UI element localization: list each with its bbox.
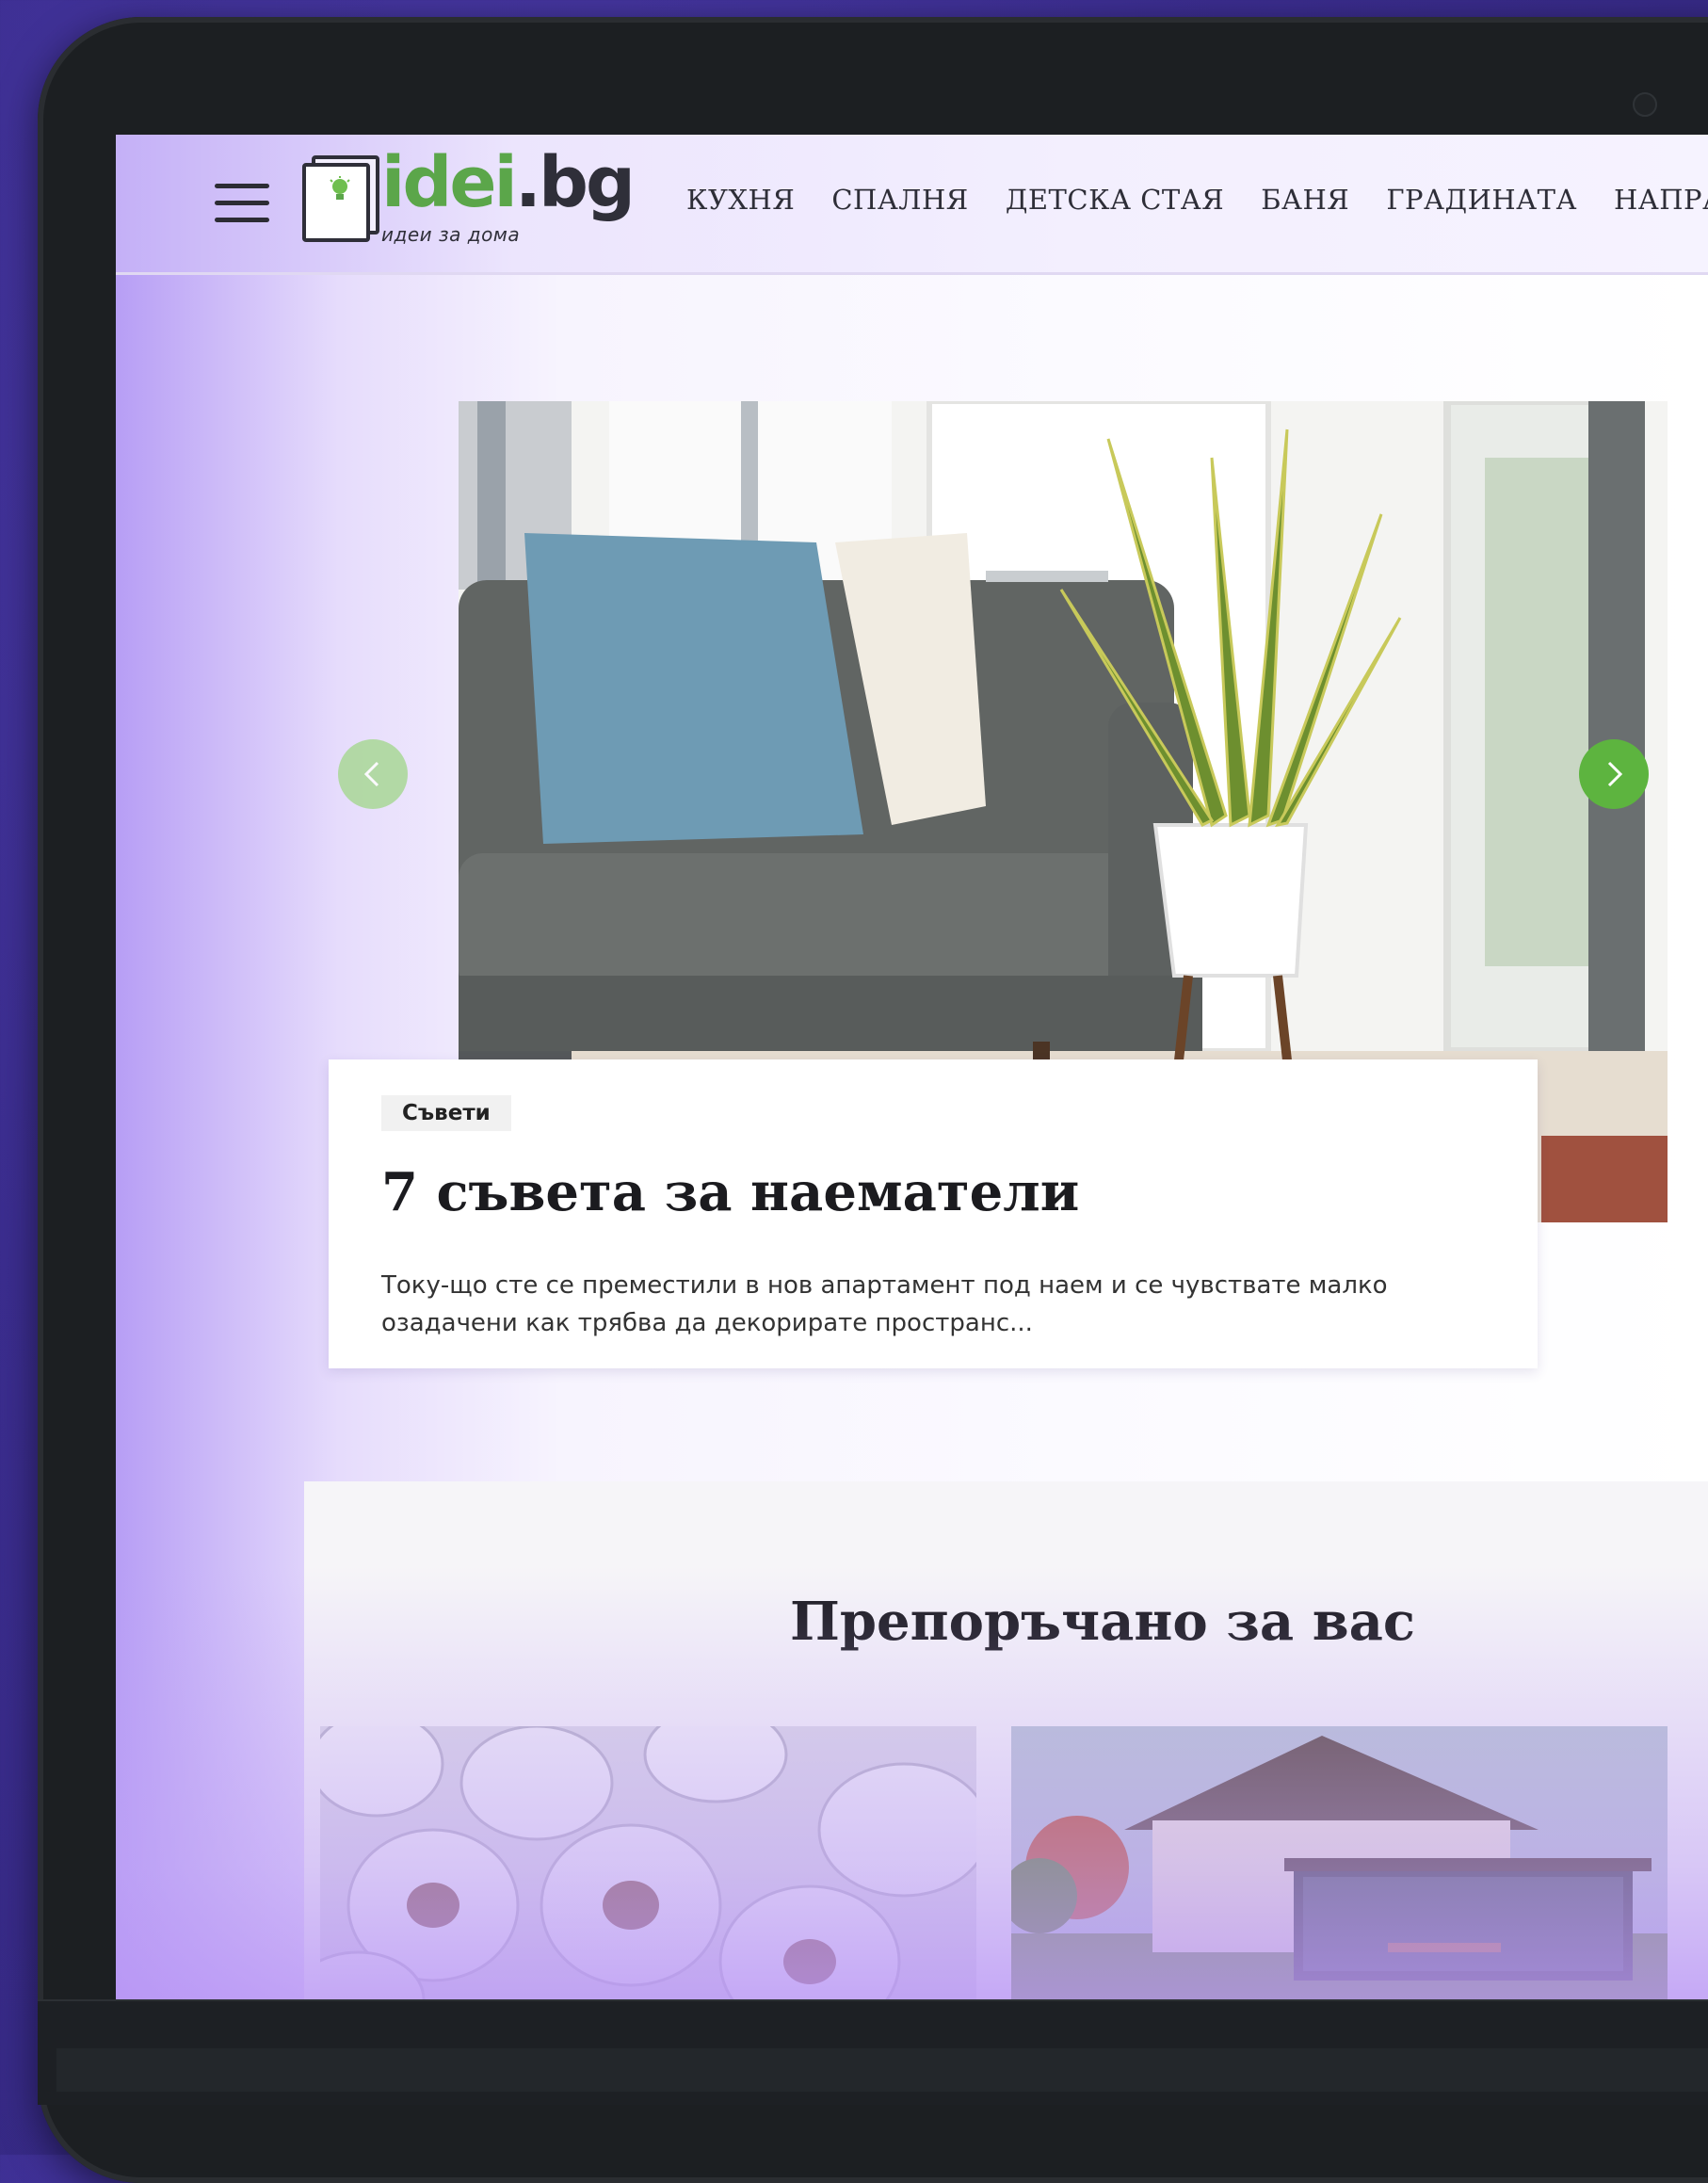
article-excerpt: Току-що сте се преместили в нов апартаме… <box>381 1271 1388 1337</box>
recommended-card-house-patio[interactable] <box>1011 1726 1668 1999</box>
recommended-card-toilet-paper[interactable] <box>320 1726 976 1999</box>
recommended-heading: Препоръчано за вас <box>789 1591 1415 1653</box>
slide-caption-card[interactable]: Съвети 7 съвета за наематели Току-що сте… <box>329 1059 1538 1368</box>
slider-prev-button[interactable] <box>338 739 408 809</box>
lightbulb-icon <box>330 176 350 200</box>
nav-item-diy[interactable]: НАПРАВИ СИ САМ <box>1614 184 1708 216</box>
toilet-paper-photo <box>320 1726 976 1999</box>
house-patio-photo <box>1011 1726 1668 1999</box>
webcam-icon <box>1633 92 1657 117</box>
nav-item-garden[interactable]: ГРАДИНАТА <box>1386 184 1577 216</box>
browser-viewport: idei.bg идеи за дома КУХНЯ СПАЛНЯ ДЕТСКА… <box>116 135 1708 1999</box>
laptop-bottom-bezel <box>38 1999 1708 2105</box>
chevron-right-icon <box>1607 761 1623 787</box>
chevron-left-icon <box>363 761 379 787</box>
logo-wordmark: idei.bg <box>381 142 636 223</box>
nav-item-bathroom[interactable]: БАНЯ <box>1261 184 1349 216</box>
logo-tagline: идеи за дома <box>381 223 521 246</box>
site-logo[interactable]: idei.bg идеи за дома <box>302 148 636 250</box>
laptop-hinge <box>56 2048 1708 2092</box>
main-nav: КУХНЯ СПАЛНЯ ДЕТСКА СТАЯ БАНЯ ГРАДИНАТА … <box>686 184 1708 216</box>
site-header: idei.bg идеи за дома КУХНЯ СПАЛНЯ ДЕТСКА… <box>116 135 1708 275</box>
article-title[interactable]: 7 съвета за наематели <box>381 1161 1079 1223</box>
hamburger-menu-icon[interactable] <box>215 184 269 223</box>
nav-item-kitchen[interactable]: КУХНЯ <box>686 184 795 216</box>
nav-item-kids-room[interactable]: ДЕТСКА СТАЯ <box>1006 184 1224 216</box>
nav-item-bedroom[interactable]: СПАЛНЯ <box>831 184 968 216</box>
category-tag[interactable]: Съвети <box>381 1095 511 1131</box>
slider-next-button[interactable] <box>1579 739 1649 809</box>
